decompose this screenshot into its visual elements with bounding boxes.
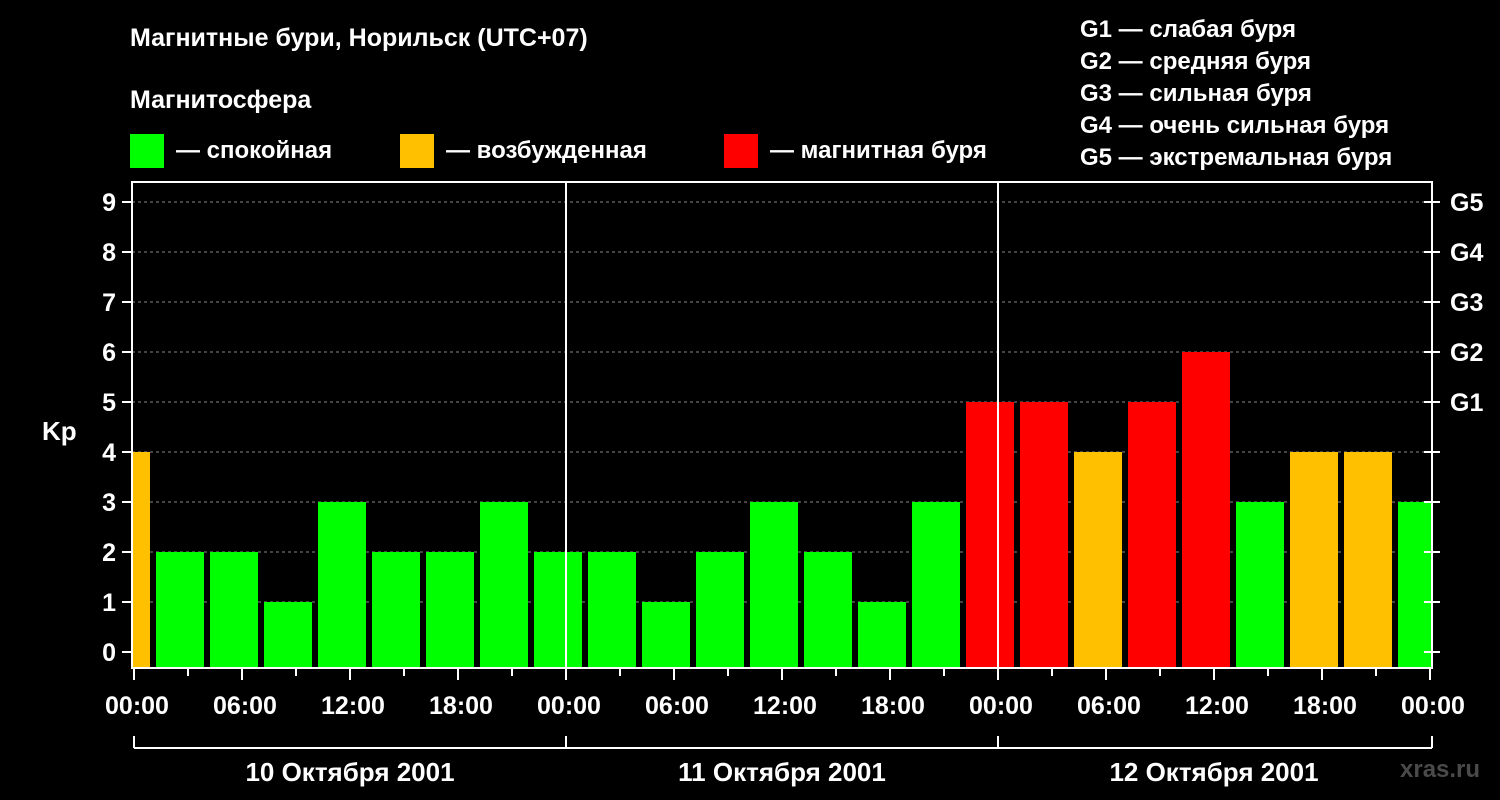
x-tick-label: 06:00 [1077, 692, 1141, 720]
x-tick-label: 00:00 [105, 692, 169, 720]
x-tick-label: 06:00 [645, 692, 709, 720]
g-scale-label: G4 [1450, 239, 1483, 267]
y-axis-label: Kp [42, 416, 77, 446]
bars-group [132, 352, 1432, 668]
day-label: 12 Октября 2001 [1109, 757, 1318, 787]
y-tick-label: 6 [102, 339, 116, 367]
kp-bar [480, 502, 528, 668]
kp-bar [1290, 452, 1338, 668]
y-tick-label: 4 [102, 439, 116, 467]
y-tick-label: 7 [102, 289, 116, 317]
kp-bar [426, 552, 474, 668]
g-scale-label: G2 [1450, 339, 1483, 367]
x-tick-label: 00:00 [537, 692, 601, 720]
kp-bar [372, 552, 420, 668]
g-scale-label: G3 [1450, 289, 1483, 317]
x-tick-label: 18:00 [429, 692, 493, 720]
kp-bar [1182, 352, 1230, 668]
y-tick-label: 1 [102, 589, 116, 617]
x-tick-label: 18:00 [1293, 692, 1357, 720]
x-tick-label: 00:00 [1401, 692, 1465, 720]
kp-bar [588, 552, 636, 668]
x-tick-label: 00:00 [969, 692, 1033, 720]
y-tick-label: 9 [102, 189, 116, 217]
x-tick-label: 12:00 [1185, 692, 1249, 720]
day-label: 10 Октября 2001 [245, 757, 454, 787]
kp-bar [1074, 452, 1122, 668]
kp-bar [318, 502, 366, 668]
kp-bar [750, 502, 798, 668]
kp-bar [1344, 452, 1392, 668]
y-tick-label: 5 [102, 389, 116, 417]
kp-bar [804, 552, 852, 668]
kp-bar [642, 602, 690, 668]
x-tick-label: 06:00 [213, 692, 277, 720]
x-tick-label: 12:00 [753, 692, 817, 720]
y-tick-label: 0 [102, 639, 116, 667]
kp-bar-chart: 0 1 2 3 4 5 6 7 8 9 G1 G2 G3 G4 G5 Kp 00:00 06:00 12:00 18:… [42, 181, 1483, 787]
kp-bar [264, 602, 312, 668]
kp-bar [156, 552, 204, 668]
y-tick-label: 2 [102, 539, 116, 567]
kp-bar [1020, 402, 1068, 668]
x-tick-label: 18:00 [861, 692, 925, 720]
y-tick-label: 8 [102, 239, 116, 267]
kp-bar [1128, 402, 1176, 668]
day-label: 11 Октября 2001 [678, 757, 886, 787]
g-scale-label: G1 [1450, 389, 1483, 417]
x-tick-label: 12:00 [321, 692, 385, 720]
kp-bar [858, 602, 906, 668]
kp-bar [1236, 502, 1284, 668]
kp-bar [1398, 502, 1432, 668]
kp-bar [912, 502, 960, 668]
g-scale-label: G5 [1450, 189, 1483, 217]
kp-bar [696, 552, 744, 668]
y-tick-label: 3 [102, 489, 116, 517]
kp-bar [534, 552, 582, 668]
kp-bar [966, 402, 1014, 668]
kp-bar [210, 552, 258, 668]
watermark: xras.ru [1400, 756, 1481, 783]
